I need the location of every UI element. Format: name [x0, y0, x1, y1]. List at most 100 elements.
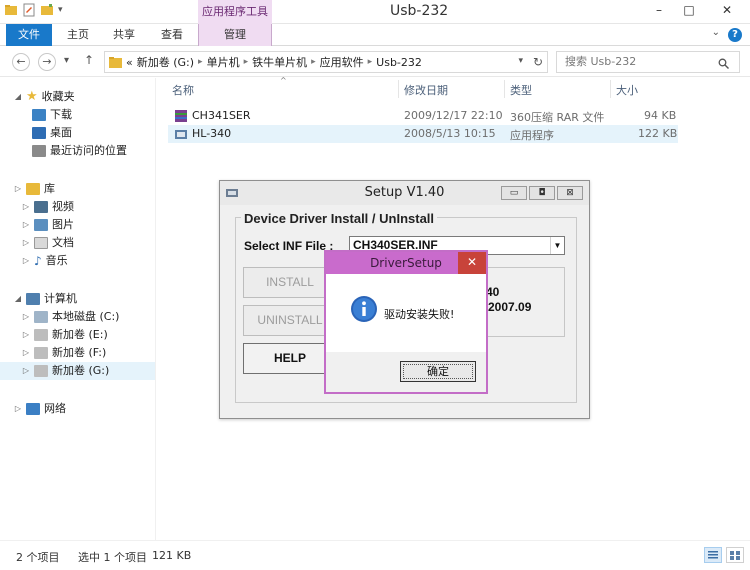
- breadcrumb-tieniu[interactable]: 铁牛单片机: [252, 54, 307, 70]
- network-icon: [26, 403, 40, 415]
- breadcrumb-mcu[interactable]: 单片机: [207, 54, 240, 70]
- downloads-icon: [32, 109, 46, 121]
- refresh-icon[interactable]: ↻: [533, 55, 543, 69]
- nav-music[interactable]: ▷ ♪ 音乐: [22, 252, 68, 270]
- nav-drive-g-label: 新加卷 (G:): [52, 364, 110, 377]
- properties-icon[interactable]: [22, 3, 36, 17]
- nav-drive-c[interactable]: ▷ 本地磁盘 (C:): [22, 308, 119, 326]
- drive-icon: [34, 365, 48, 377]
- large-icons-view-button[interactable]: [726, 547, 744, 563]
- tab-home[interactable]: 主页: [60, 24, 96, 46]
- breadcrumb-separator-icon[interactable]: ▸: [244, 57, 249, 67]
- nav-drive-f[interactable]: ▷ 新加卷 (F:): [22, 344, 106, 362]
- setup-maximize-button[interactable]: ◘: [529, 186, 555, 200]
- up-button[interactable]: ↑: [84, 53, 94, 67]
- expand-icon[interactable]: ▷: [22, 344, 30, 362]
- tab-share[interactable]: 共享: [106, 24, 142, 46]
- library-icon: [26, 183, 40, 195]
- back-button[interactable]: ←: [12, 53, 30, 71]
- column-header-name[interactable]: 名称: [172, 82, 194, 98]
- nav-library[interactable]: ▷ 库: [14, 180, 55, 198]
- tab-file[interactable]: 文件: [6, 24, 52, 46]
- address-dropdown-icon[interactable]: ▾: [518, 56, 523, 66]
- column-divider[interactable]: [398, 80, 399, 98]
- forward-button[interactable]: →: [38, 53, 56, 71]
- setup-minimize-button[interactable]: ▭: [501, 186, 527, 200]
- tab-manage[interactable]: 管理: [198, 24, 272, 46]
- recent-places-icon: [32, 145, 46, 157]
- nav-desktop[interactable]: 桌面: [32, 124, 72, 142]
- table-row[interactable]: HL-340 2008/5/13 10:15 应用程序 122 KB: [168, 125, 678, 143]
- folder-icon: [109, 57, 122, 68]
- nav-music-label: 音乐: [45, 254, 68, 267]
- search-input[interactable]: 搜索 Usb-232: [556, 51, 740, 73]
- collapse-icon[interactable]: ◢: [14, 88, 22, 106]
- column-header-date[interactable]: 修改日期: [404, 82, 448, 98]
- nav-favorites[interactable]: ◢ ★ 收藏夹: [14, 88, 75, 106]
- column-divider[interactable]: [504, 80, 505, 98]
- collapse-icon[interactable]: ◢: [14, 290, 22, 308]
- folder-icon: [5, 5, 17, 15]
- expand-icon[interactable]: ▷: [22, 252, 30, 270]
- maximize-button[interactable]: □: [674, 0, 704, 22]
- nav-pictures[interactable]: ▷ 图片: [22, 216, 74, 234]
- details-view-icon: [708, 551, 718, 559]
- nav-drive-f-label: 新加卷 (F:): [52, 346, 107, 359]
- column-divider[interactable]: [610, 80, 611, 98]
- rar-archive-icon: [175, 110, 187, 122]
- table-row[interactable]: CH341SER 2009/12/17 22:10 360压缩 RAR 文件 9…: [168, 107, 678, 125]
- breadcrumb-overflow[interactable]: «: [126, 56, 133, 69]
- nav-computer-label: 计算机: [44, 292, 77, 305]
- expand-icon[interactable]: ▷: [14, 400, 22, 418]
- nav-network-label: 网络: [44, 402, 66, 415]
- install-button[interactable]: INSTALL: [243, 267, 337, 298]
- expand-icon[interactable]: ▷: [22, 362, 30, 380]
- expand-icon[interactable]: ▷: [22, 216, 30, 234]
- nav-drive-g[interactable]: ▷ 新加卷 (G:): [0, 362, 155, 380]
- ribbon-expand-icon[interactable]: ⌄: [712, 27, 720, 38]
- file-date: 2009/12/17 22:10: [404, 109, 503, 122]
- breadcrumb-usb232[interactable]: Usb-232: [376, 56, 422, 69]
- expand-icon[interactable]: ▷: [14, 180, 22, 198]
- file-size: 122 KB: [638, 127, 678, 140]
- breadcrumb-separator-icon[interactable]: ▸: [368, 57, 373, 67]
- help-button[interactable]: HELP: [243, 343, 337, 374]
- nav-computer[interactable]: ◢ 计算机: [14, 290, 77, 308]
- nav-documents[interactable]: ▷ 文档: [22, 234, 74, 252]
- recent-locations-icon[interactable]: ▾: [64, 55, 69, 66]
- nav-recent[interactable]: 最近访问的位置: [32, 142, 127, 160]
- expand-icon[interactable]: ▷: [22, 308, 30, 326]
- breadcrumb-separator-icon[interactable]: ▸: [311, 57, 316, 67]
- nav-favorites-label: 收藏夹: [41, 90, 75, 103]
- details-view-button[interactable]: [704, 547, 722, 563]
- nav-network[interactable]: ▷ 网络: [14, 400, 66, 418]
- breadcrumb-separator-icon[interactable]: ▸: [198, 57, 203, 67]
- uninstall-button[interactable]: UNINSTALL: [243, 305, 337, 336]
- nav-downloads[interactable]: 下载: [32, 106, 72, 124]
- expand-icon[interactable]: ▷: [22, 234, 30, 252]
- nav-drive-e[interactable]: ▷ 新加卷 (E:): [22, 326, 108, 344]
- new-folder-icon[interactable]: [40, 3, 54, 17]
- expand-icon[interactable]: ▷: [22, 326, 30, 344]
- context-tab-group-label: 应用程序工具: [198, 0, 272, 24]
- file-name: CH341SER: [192, 109, 251, 122]
- message-box-close-button[interactable]: ✕: [458, 252, 486, 274]
- ok-button[interactable]: 确定: [400, 361, 476, 382]
- search-icon[interactable]: [718, 58, 729, 69]
- setup-close-button[interactable]: ⊠: [557, 186, 583, 200]
- minimize-button[interactable]: –: [644, 0, 674, 22]
- breadcrumb-apps[interactable]: 应用软件: [320, 54, 364, 70]
- column-header-size[interactable]: 大小: [616, 82, 638, 98]
- column-header-type[interactable]: 类型: [510, 82, 532, 98]
- dropdown-arrow-icon[interactable]: ▼: [550, 237, 564, 254]
- qat-dropdown-icon[interactable]: ▾: [58, 5, 63, 15]
- music-icon: ♪: [34, 254, 42, 268]
- address-bar[interactable]: « 新加卷 (G:) ▸ 单片机 ▸ 铁牛单片机 ▸ 应用软件 ▸ Usb-23…: [104, 51, 548, 73]
- documents-icon: [34, 237, 48, 249]
- close-button[interactable]: ✕: [704, 0, 750, 22]
- nav-videos[interactable]: ▷ 视频: [22, 198, 74, 216]
- help-icon[interactable]: ?: [728, 28, 742, 42]
- expand-icon[interactable]: ▷: [22, 198, 30, 216]
- tab-view[interactable]: 查看: [154, 24, 190, 46]
- breadcrumb-g-drive[interactable]: 新加卷 (G:): [137, 54, 194, 70]
